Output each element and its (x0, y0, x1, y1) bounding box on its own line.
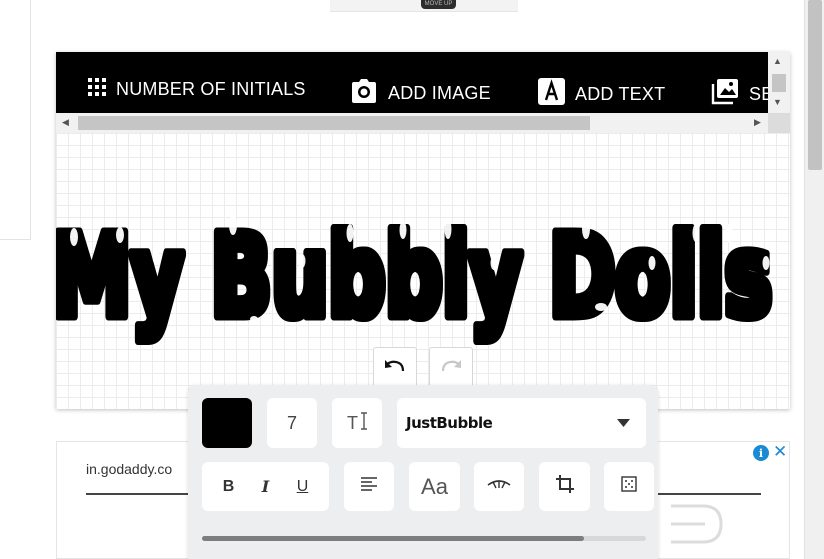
text-align-button[interactable] (344, 462, 394, 511)
crop-button[interactable] (539, 462, 590, 511)
add-text-label: ADD TEXT (575, 83, 666, 104)
ad-close-icon[interactable]: ✕ (773, 442, 787, 462)
top-thumbnail[interactable]: MOVE UP (330, 0, 518, 12)
scroll-down-icon[interactable]: ▼ (773, 97, 782, 107)
text-curve-button[interactable] (474, 462, 524, 511)
text-color-swatch[interactable] (202, 398, 252, 448)
grid-icon (88, 78, 106, 101)
toolbar-horizontal-thumb[interactable] (78, 116, 590, 130)
text-size-button[interactable]: T (332, 398, 382, 448)
ad-url[interactable]: in.godaddy.co (86, 461, 172, 477)
image-gallery-icon (711, 78, 739, 110)
text-options-panel: 7 T JustBubble B I U Aa (188, 385, 658, 559)
underline-button[interactable]: U (290, 478, 316, 496)
undo-icon (384, 359, 406, 380)
font-select[interactable]: JustBubble (397, 398, 646, 448)
panel-slider[interactable] (202, 536, 646, 541)
design-canvas[interactable]: My Bubbly Dolls (56, 133, 790, 409)
add-text-button[interactable]: ADD TEXT (538, 78, 665, 110)
panel-slider-fill (202, 536, 584, 541)
toolbar-horizontal-scrollbar[interactable]: ◀ ▶ (56, 113, 768, 133)
stroke-size-input[interactable]: 7 (267, 398, 317, 448)
scroll-up-icon[interactable]: ▲ (773, 56, 782, 66)
select-image-button[interactable]: SE (711, 78, 768, 110)
page-scrollbar-thumb[interactable] (808, 0, 822, 170)
scroll-left-icon[interactable]: ◀ (62, 117, 69, 128)
curve-text-icon (487, 477, 511, 496)
camera-icon (350, 78, 378, 109)
text-cursor-icon (361, 411, 367, 435)
bold-button[interactable]: B (216, 478, 242, 496)
dotted-square-icon (621, 476, 637, 497)
align-left-icon (360, 476, 378, 497)
move-up-button[interactable]: MOVE UP (421, 0, 456, 9)
editor-toolbar: NUMBER OF INITIALS ADD IMAGE ADD TEXT SE (56, 52, 768, 113)
text-style-group: B I U (202, 462, 329, 511)
add-image-label: ADD IMAGE (388, 83, 491, 103)
text-size-label: T (347, 412, 358, 433)
scrollbar-corner (768, 113, 790, 133)
number-of-initials-button[interactable]: NUMBER OF INITIALS (88, 78, 306, 101)
font-name: JustBubble (406, 414, 493, 432)
crop-icon (555, 475, 574, 498)
more-options-button[interactable] (604, 462, 654, 511)
left-card (0, 0, 31, 240)
design-editor: NUMBER OF INITIALS ADD IMAGE ADD TEXT SE… (56, 52, 790, 409)
toolbar-vertical-scrollbar[interactable]: ▲ ▼ (768, 52, 790, 113)
scroll-right-icon[interactable]: ▶ (754, 117, 761, 128)
select-image-label: SE (749, 83, 768, 104)
page-scrollbar[interactable] (804, 0, 824, 559)
number-of-initials-label: NUMBER OF INITIALS (116, 79, 306, 99)
canvas-text[interactable]: My Bubbly Dolls (56, 208, 776, 346)
add-image-button[interactable]: ADD IMAGE (350, 78, 491, 109)
text-a-icon (538, 78, 565, 110)
chevron-down-icon (617, 414, 630, 432)
toolbar-vertical-thumb[interactable] (772, 74, 786, 92)
canvas-text-art[interactable]: My Bubbly Dolls (56, 133, 790, 409)
ad-arrow-icon[interactable] (667, 502, 727, 559)
redo-icon (440, 359, 462, 380)
italic-button[interactable]: I (253, 477, 279, 496)
ad-info-icon[interactable]: i (753, 445, 769, 461)
letter-case-button[interactable]: Aa (409, 462, 460, 511)
